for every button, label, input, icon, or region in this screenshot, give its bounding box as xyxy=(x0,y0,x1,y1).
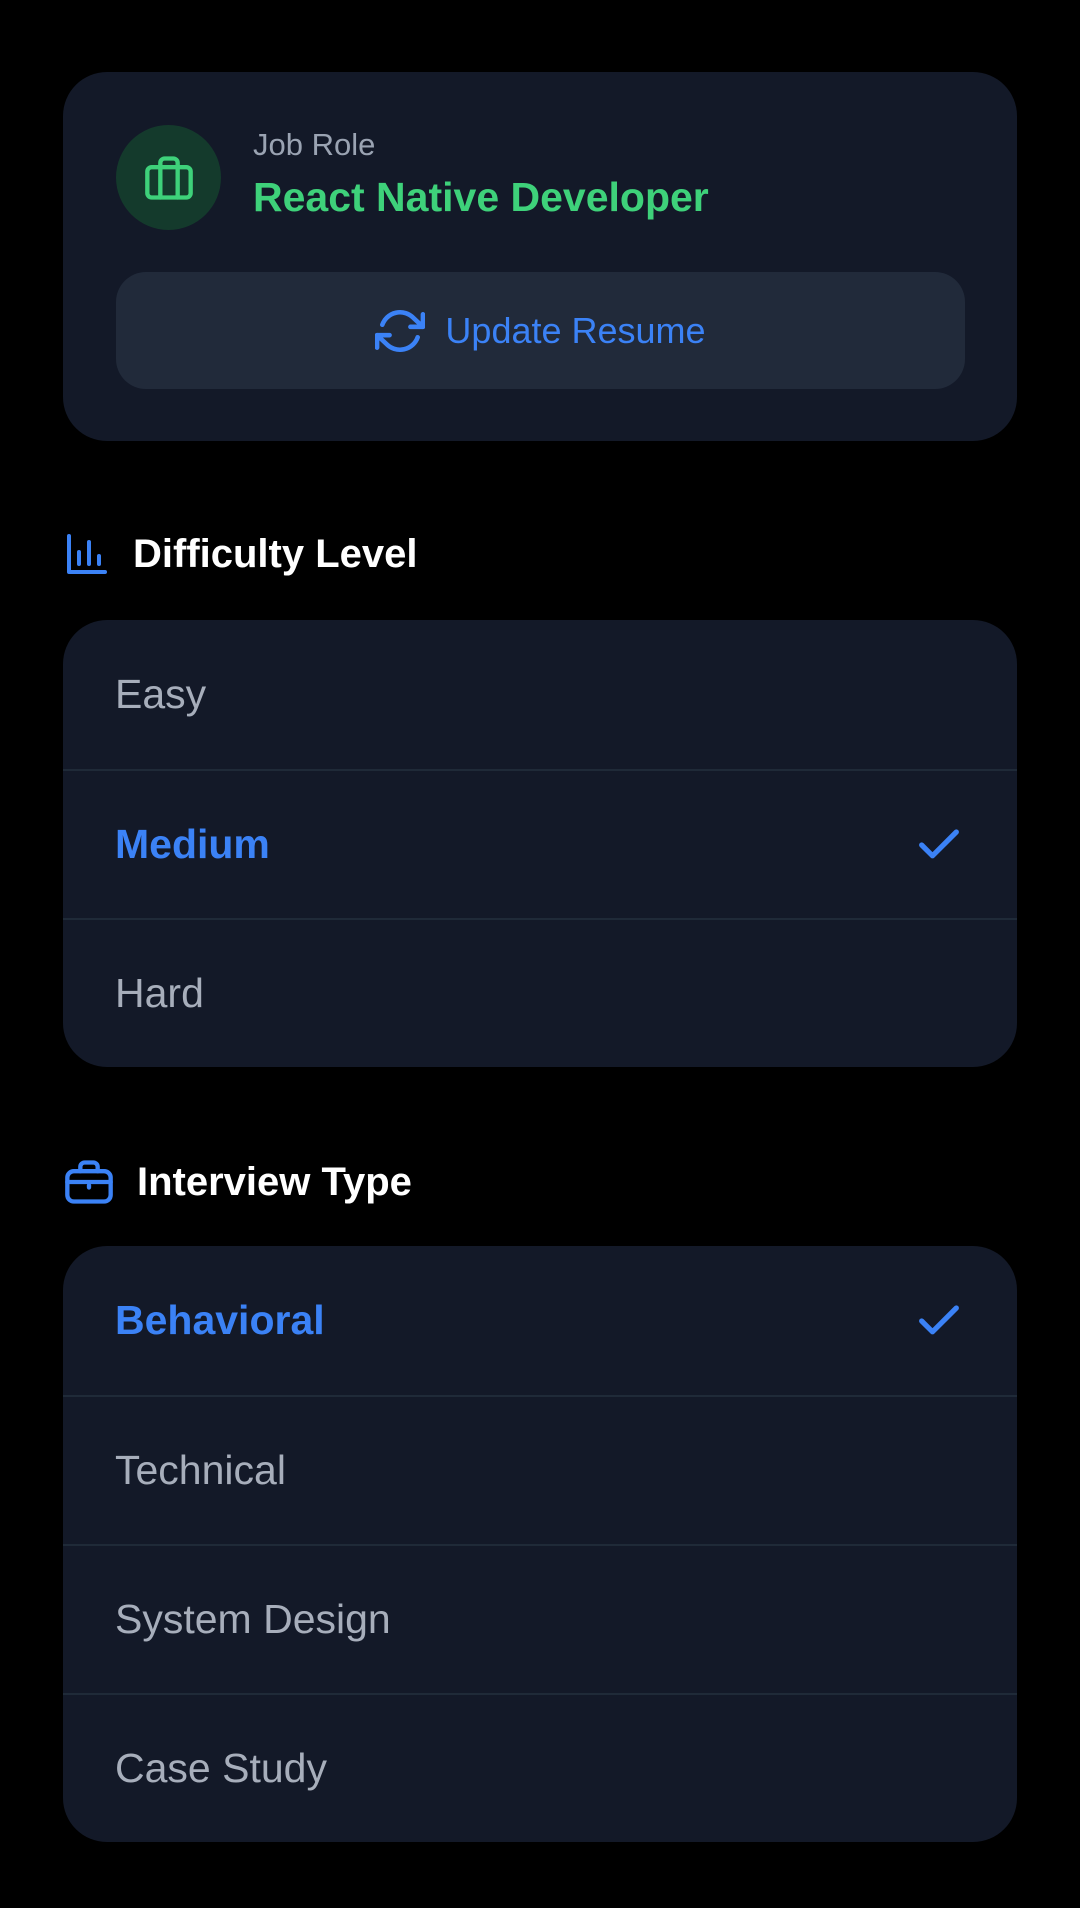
update-resume-button[interactable]: Update Resume xyxy=(116,272,965,389)
checkmark-icon xyxy=(919,828,959,858)
difficulty-title-text: Difficulty Level xyxy=(133,531,418,576)
difficulty-section-title: Difficulty Level xyxy=(63,530,418,578)
option-label: Behavioral xyxy=(115,1297,325,1343)
difficulty-options: Easy Medium Hard xyxy=(63,620,1017,1067)
job-role-icon-badge xyxy=(116,125,221,230)
interview-option-technical[interactable]: Technical xyxy=(63,1395,1017,1544)
difficulty-option-easy[interactable]: Easy xyxy=(63,620,1017,769)
interview-type-section-title: Interview Type xyxy=(63,1156,412,1208)
option-label: System Design xyxy=(115,1596,391,1642)
difficulty-option-hard[interactable]: Hard xyxy=(63,918,1017,1067)
option-label: Case Study xyxy=(115,1745,327,1791)
interview-option-behavioral[interactable]: Behavioral xyxy=(63,1246,1017,1395)
interview-option-case-study[interactable]: Case Study xyxy=(63,1693,1017,1842)
job-role-value: React Native Developer xyxy=(253,174,709,220)
job-role-label: Job Role xyxy=(253,127,376,162)
update-resume-label: Update Resume xyxy=(445,309,706,351)
option-label: Hard xyxy=(115,970,204,1016)
interview-type-title-text: Interview Type xyxy=(137,1159,412,1204)
option-label: Medium xyxy=(115,821,270,867)
briefcase-icon xyxy=(144,155,193,200)
bar-chart-icon xyxy=(67,534,107,574)
checkmark-icon xyxy=(919,1304,959,1334)
refresh-icon xyxy=(375,309,426,352)
option-label: Technical xyxy=(115,1447,286,1493)
interview-option-system-design[interactable]: System Design xyxy=(63,1544,1017,1693)
interview-type-options: Behavioral Technical System Design Case … xyxy=(63,1246,1017,1842)
job-role-card: Job Role React Native Developer Update R… xyxy=(63,72,1017,441)
briefcase-icon xyxy=(65,1160,113,1204)
option-label: Easy xyxy=(115,671,207,717)
difficulty-option-medium[interactable]: Medium xyxy=(63,769,1017,918)
